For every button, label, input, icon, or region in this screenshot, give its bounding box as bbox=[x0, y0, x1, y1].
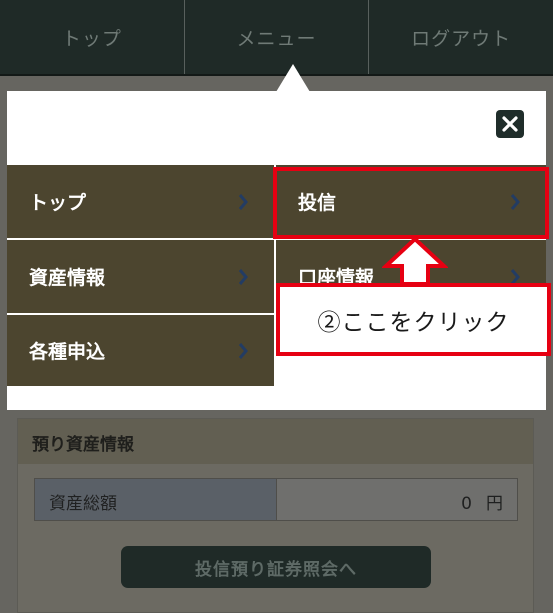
menu-caret bbox=[276, 64, 310, 92]
assets-total-unit: 円 bbox=[486, 494, 503, 514]
assets-header: 預り資産情報 bbox=[18, 419, 533, 464]
menu-item-label: トップ bbox=[29, 192, 87, 214]
chevron-right-icon bbox=[238, 342, 248, 359]
fund-holdings-inquiry-button[interactable]: 投信預り証券照会へ bbox=[121, 546, 431, 588]
close-button[interactable] bbox=[496, 110, 524, 138]
chevron-right-icon bbox=[238, 193, 248, 210]
menu-item-label: 資産情報 bbox=[29, 267, 106, 289]
nav-menu[interactable]: メニュー bbox=[183, 0, 369, 74]
assets-total-row: 資産総額 0円 bbox=[34, 478, 518, 521]
assets-total-value: 0 bbox=[461, 494, 472, 514]
click-here-callout: ②ここをクリック bbox=[276, 283, 551, 356]
chevron-right-icon bbox=[238, 268, 248, 285]
assets-total-value-cell: 0円 bbox=[277, 479, 517, 520]
funds-highlight-box bbox=[273, 167, 549, 239]
menu-item-assets[interactable]: 資産情報 bbox=[7, 240, 274, 313]
assets-total-label: 資産総額 bbox=[35, 479, 277, 520]
nav-logout[interactable]: ログアウト bbox=[368, 0, 553, 74]
close-icon bbox=[502, 116, 518, 132]
menu-item-top[interactable]: トップ bbox=[7, 165, 274, 238]
menu-item-label: 各種申込 bbox=[29, 341, 106, 363]
nav-top[interactable]: トップ bbox=[0, 0, 184, 74]
menu-item-applications[interactable]: 各種申込 bbox=[7, 315, 274, 386]
up-arrow-icon bbox=[382, 236, 448, 286]
assets-panel: 預り資産情報 資産総額 0円 投信預り証券照会へ bbox=[17, 418, 534, 613]
